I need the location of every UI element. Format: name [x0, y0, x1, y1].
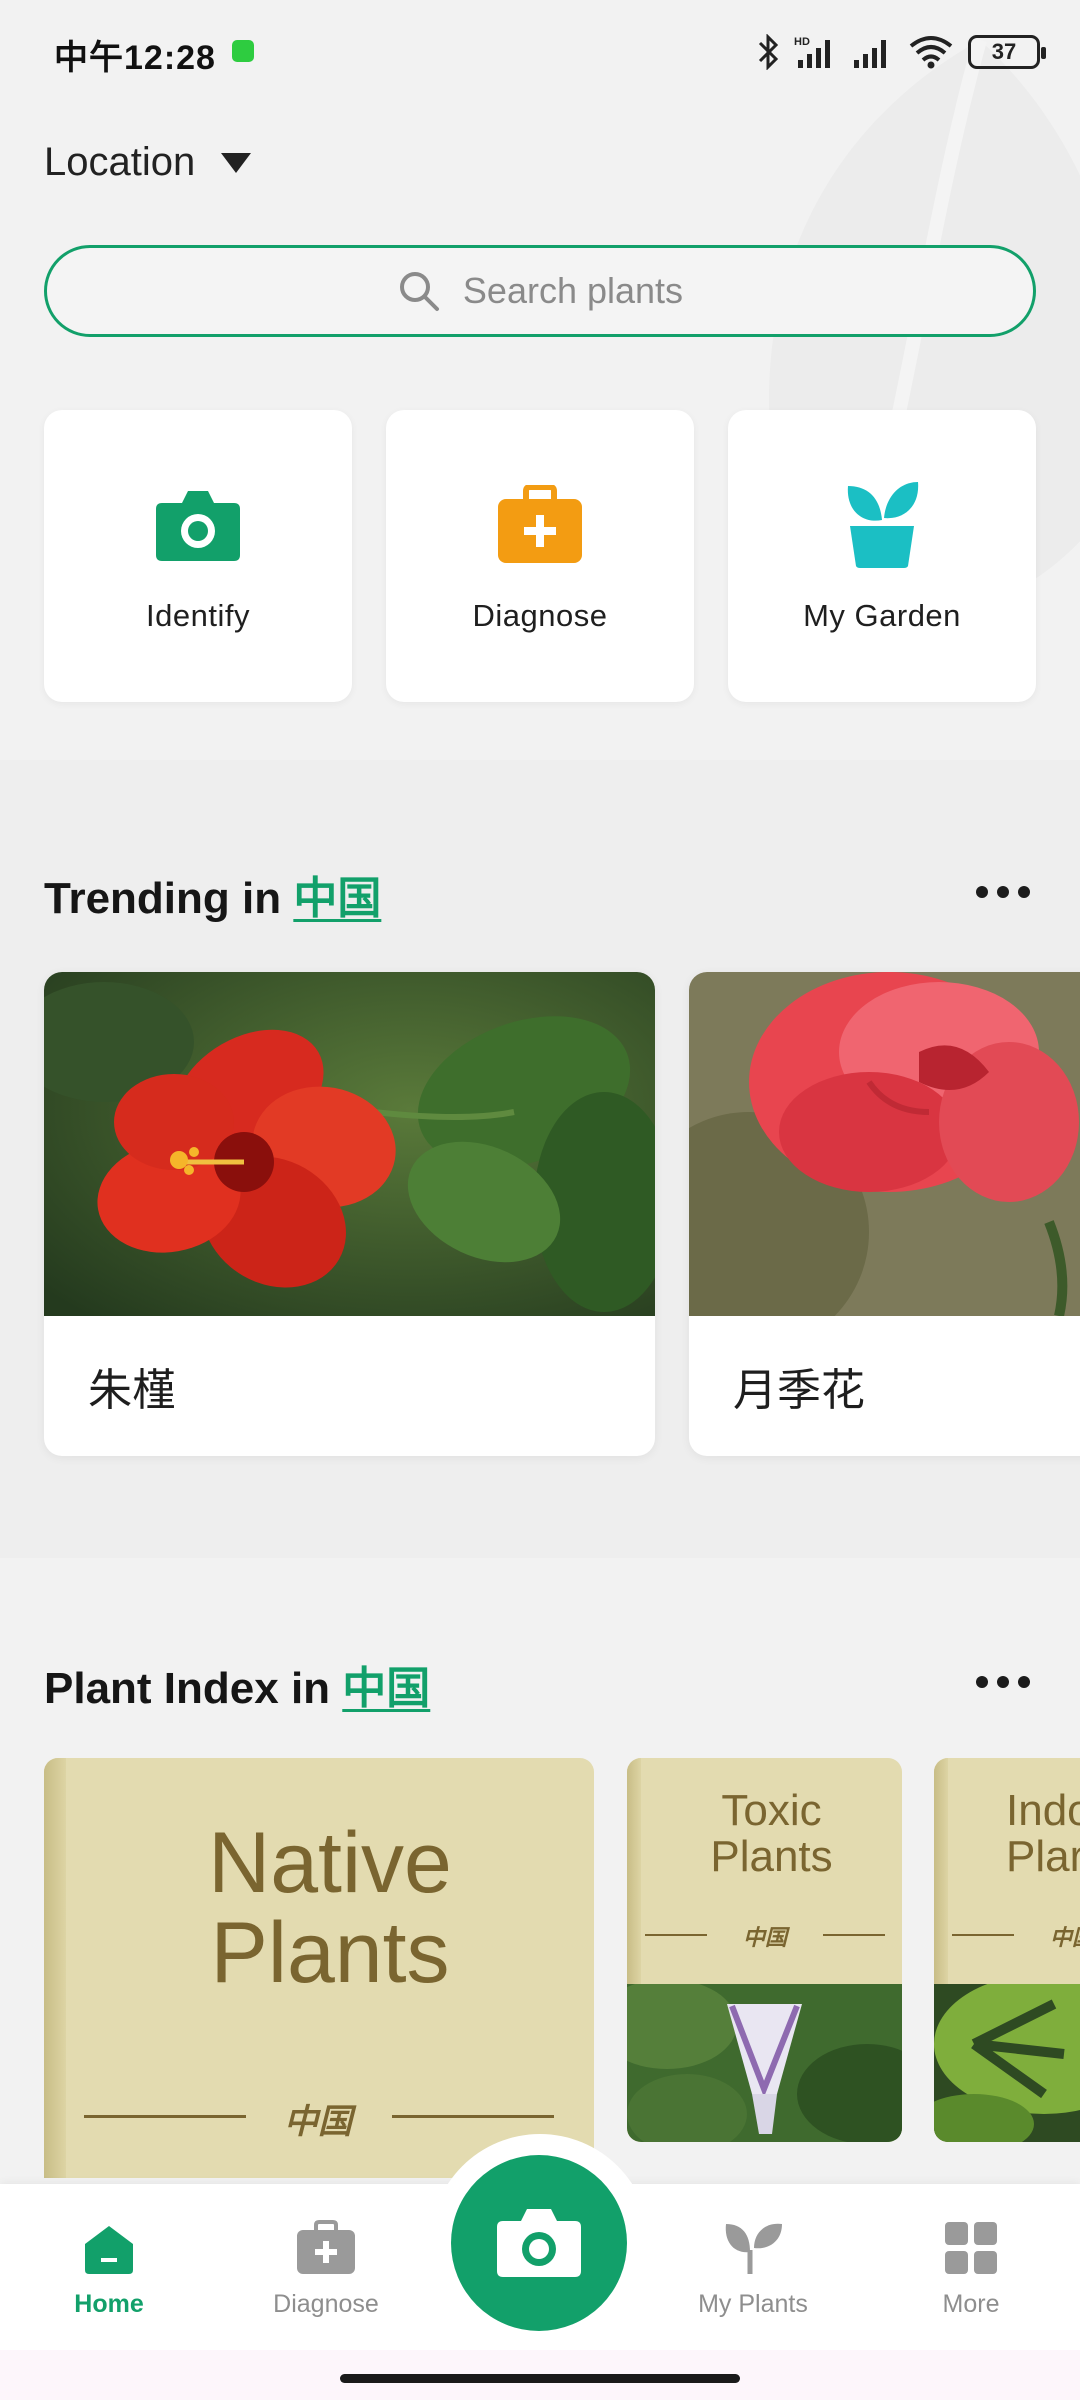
book-title-line: Toxic	[721, 1786, 822, 1835]
book-title: Toxic Plants	[641, 1786, 902, 1882]
signal-hd-icon: HD	[794, 36, 830, 68]
identify-label: Identify	[146, 598, 250, 633]
book-title-line: Plants	[210, 1905, 450, 2002]
plant-name: 月季花	[733, 1366, 865, 1415]
identify-camera-button[interactable]	[451, 2155, 627, 2331]
nav-my-plants[interactable]: My Plants	[663, 2220, 843, 2319]
nav-more-label: More	[942, 2290, 1000, 2318]
book-title: Native Plants	[66, 1818, 594, 1999]
trending-card[interactable]: 月季花	[689, 972, 1080, 1456]
book-region: 中国	[284, 2103, 352, 2141]
book-title-line: Native	[208, 1815, 452, 1911]
trending-title-prefix: Trending in	[44, 874, 294, 923]
plant-index-title: Plant Index in 中国	[44, 1652, 430, 1716]
book-title-line: Indo	[1006, 1786, 1080, 1835]
book-divider	[392, 2115, 554, 2118]
chevron-down-icon	[221, 152, 252, 173]
nav-home-label: Home	[74, 2290, 144, 2318]
camera-icon	[153, 482, 243, 568]
bluetooth-icon	[758, 34, 779, 70]
nav-home[interactable]: Home	[19, 2220, 199, 2319]
my-garden-label: My Garden	[803, 598, 961, 633]
battery-icon: 37	[968, 35, 1046, 69]
nav-more[interactable]: More	[881, 2220, 1061, 2319]
book-divider	[823, 1934, 885, 1936]
book-title-line: Plar	[1006, 1832, 1080, 1882]
trending-title: Trending in 中国	[44, 862, 381, 926]
book-spine	[44, 1758, 66, 2178]
book-title-line: Plants	[710, 1832, 833, 1882]
home-indicator[interactable]	[340, 2374, 740, 2383]
plant-index-title-prefix: Plant Index in	[44, 1664, 343, 1713]
search-input[interactable]: Search plants	[44, 245, 1036, 337]
monstera-image	[934, 1984, 1080, 2142]
location-selector[interactable]: Location	[44, 140, 252, 185]
book-divider	[952, 1934, 1014, 1936]
plant-index-more-icon[interactable]	[966, 1666, 1040, 1698]
book-divider	[645, 1934, 707, 1936]
nav-diagnose[interactable]: Diagnose	[236, 2220, 416, 2319]
book-region: 中国	[743, 1925, 788, 1950]
camera-icon	[497, 2209, 581, 2277]
medkit-icon	[297, 2220, 355, 2274]
medkit-icon	[495, 482, 585, 568]
sprout-pot-icon	[837, 482, 927, 568]
rose-image	[689, 972, 1080, 1316]
my-garden-card[interactable]: My Garden	[728, 410, 1036, 702]
location-label: Location	[44, 140, 196, 184]
identify-card[interactable]: Identify	[44, 410, 352, 702]
plant-name: 朱槿	[88, 1366, 176, 1415]
wifi-icon	[909, 36, 953, 69]
notification-icon	[232, 40, 254, 62]
search-placeholder: Search plants	[462, 270, 684, 311]
status-bar: 中午12:28 HD 37	[0, 0, 1080, 100]
signal-icon	[854, 40, 886, 68]
toxic-plants-book[interactable]: Toxic Plants 中国	[627, 1758, 902, 2142]
diagnose-label: Diagnose	[472, 598, 608, 633]
trending-region-link[interactable]: 中国	[293, 874, 381, 923]
book-divider	[84, 2115, 246, 2118]
plant-index-region-link[interactable]: 中国	[342, 1664, 430, 1713]
sprout-icon	[725, 2223, 782, 2274]
indoor-plants-book[interactable]: Indo Plar 中国	[934, 1758, 1080, 2142]
svg-text:HD: HD	[794, 36, 810, 48]
grid-icon	[945, 2222, 997, 2274]
status-time: 中午12:28	[54, 39, 216, 77]
home-icon	[85, 2226, 133, 2274]
status-icons: HD 37	[756, 30, 1046, 74]
trending-more-icon[interactable]	[966, 876, 1040, 908]
nav-my-plants-label: My Plants	[698, 2290, 808, 2318]
trending-card[interactable]: 朱槿	[44, 972, 655, 1456]
book-title: Indo Plar	[1006, 1786, 1080, 1882]
diagnose-card[interactable]: Diagnose	[386, 410, 694, 702]
search-icon	[399, 272, 439, 311]
nav-diagnose-label: Diagnose	[273, 2290, 379, 2318]
battery-level: 37	[991, 39, 1017, 64]
native-plants-book[interactable]: Native Plants 中国	[44, 1758, 594, 2178]
datura-image	[627, 1984, 902, 2142]
hibiscus-image	[44, 972, 655, 1316]
book-region: 中国	[1050, 1925, 1080, 1950]
